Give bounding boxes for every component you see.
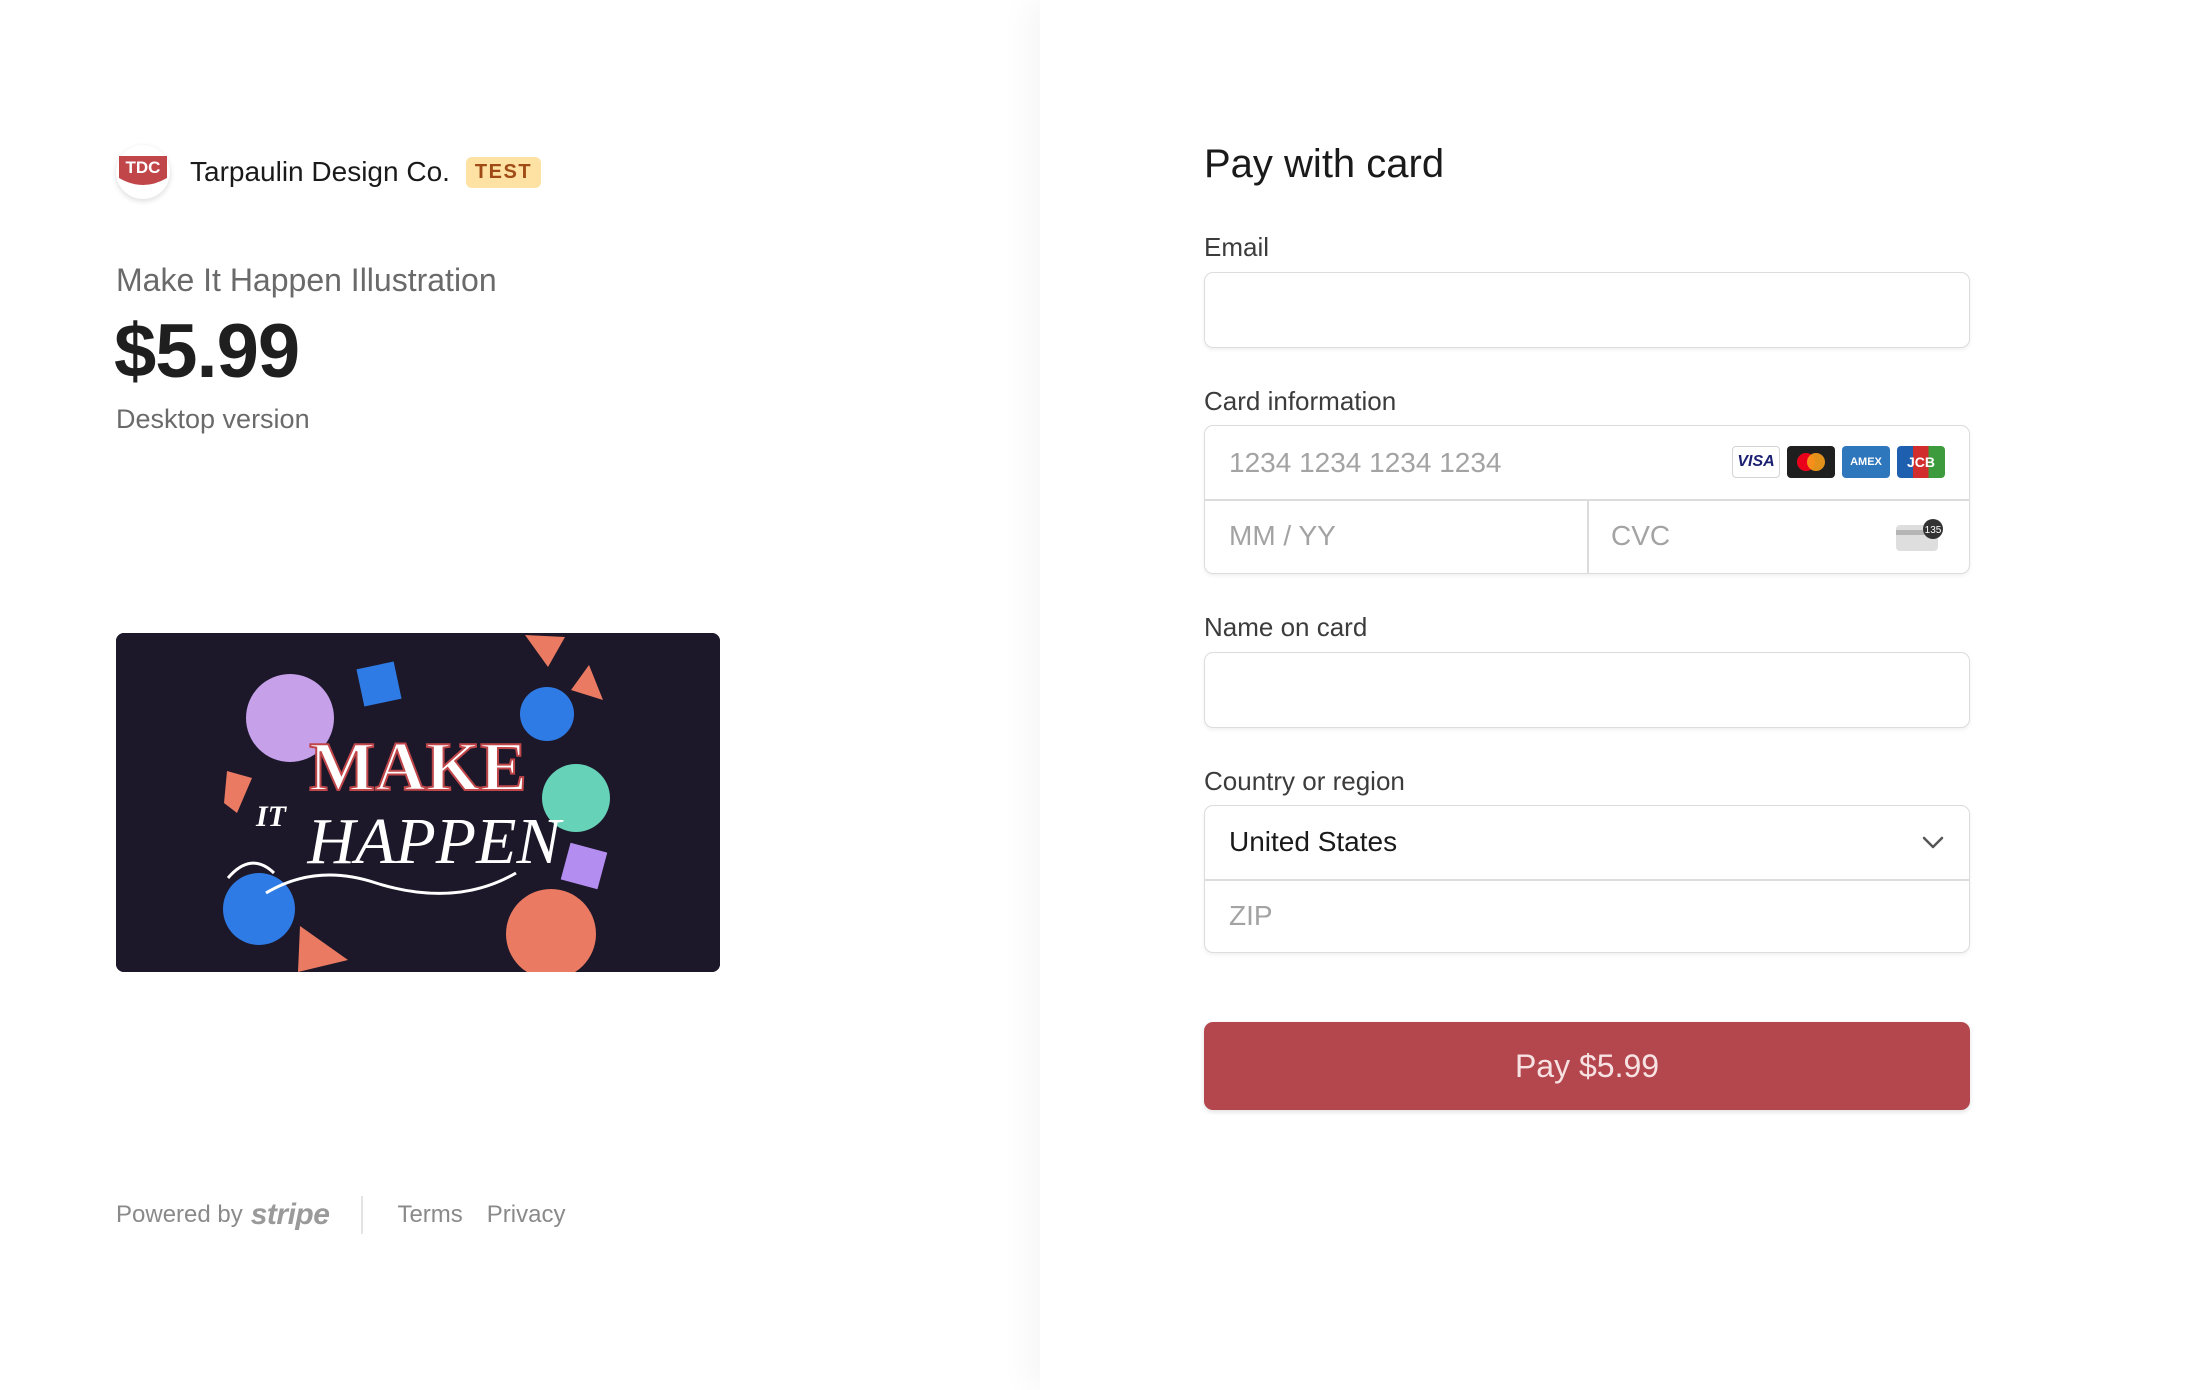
- product-description: Desktop version: [116, 404, 310, 434]
- country-select[interactable]: United States: [1229, 826, 1397, 858]
- stripe-logo[interactable]: stripe: [251, 1198, 330, 1232]
- merchant-header: TDC Tarpaulin Design Co. TEST: [116, 145, 542, 199]
- cvc-card-icon: 135: [1896, 519, 1943, 551]
- cvc-icon-text: 135: [1925, 525, 1942, 536]
- card-brands: VISA AMEX JCB: [1732, 446, 1945, 478]
- visa-text: VISA: [1737, 453, 1775, 470]
- country-region-label: Country or region: [1204, 766, 1405, 796]
- form-title: Pay with card: [1204, 142, 1445, 186]
- card-number-input[interactable]: 1234 1234 1234 1234: [1229, 447, 1502, 479]
- footer-divider: [361, 1196, 364, 1234]
- card-column-divider: [1587, 499, 1589, 573]
- product-image: MAKE IT HAPPEN: [116, 633, 720, 972]
- email-label: Email: [1204, 232, 1270, 262]
- test-mode-badge: TEST: [465, 156, 542, 188]
- checkout-footer: Powered by stripe Terms Privacy: [116, 1195, 589, 1235]
- product-name: Make It Happen Illustration: [116, 262, 497, 298]
- expiry-input[interactable]: MM / YY: [1229, 520, 1336, 552]
- card-information-label: Card information: [1204, 386, 1397, 416]
- image-title-make: MAKE: [309, 729, 527, 806]
- terms-link[interactable]: Terms: [397, 1201, 462, 1229]
- privacy-link[interactable]: Privacy: [487, 1201, 566, 1229]
- country-zip-group: United States ZIP: [1204, 805, 1970, 953]
- mastercard-icon: [1787, 446, 1835, 478]
- card-information-group: 1234 1234 1234 1234 VISA AMEX JCB MM / Y…: [1204, 425, 1970, 574]
- amex-text: AMEX: [1850, 455, 1882, 468]
- tdc-logo-icon: TDC: [119, 156, 167, 185]
- name-on-card-field[interactable]: [1204, 652, 1970, 728]
- image-title-it: IT: [255, 800, 288, 833]
- logo-text: TDC: [126, 158, 161, 177]
- zip-input[interactable]: ZIP: [1229, 900, 1273, 932]
- product-price: $5.99: [114, 309, 300, 394]
- image-title-happen: HAPPEN: [307, 805, 565, 878]
- visa-icon: VISA: [1732, 446, 1780, 478]
- email-field[interactable]: [1204, 272, 1970, 348]
- cvc-input[interactable]: CVC: [1611, 520, 1670, 552]
- product-summary-pane: TDC Tarpaulin Design Co. TEST Make It Ha…: [0, 0, 1040, 1390]
- make-it-happen-illustration: MAKE IT HAPPEN: [116, 633, 720, 972]
- chevron-down-icon[interactable]: [1919, 828, 1947, 856]
- jcb-text: JCB: [1906, 454, 1935, 470]
- pay-button[interactable]: Pay $5.99: [1204, 1022, 1970, 1110]
- powered-by-text: Powered by: [116, 1201, 243, 1228]
- merchant-logo: TDC: [116, 145, 170, 199]
- country-zip-divider: [1205, 879, 1969, 881]
- amex-icon: AMEX: [1842, 446, 1890, 478]
- jcb-icon: JCB: [1897, 446, 1945, 478]
- name-on-card-label: Name on card: [1204, 612, 1368, 642]
- merchant-name: Tarpaulin Design Co.: [190, 156, 450, 187]
